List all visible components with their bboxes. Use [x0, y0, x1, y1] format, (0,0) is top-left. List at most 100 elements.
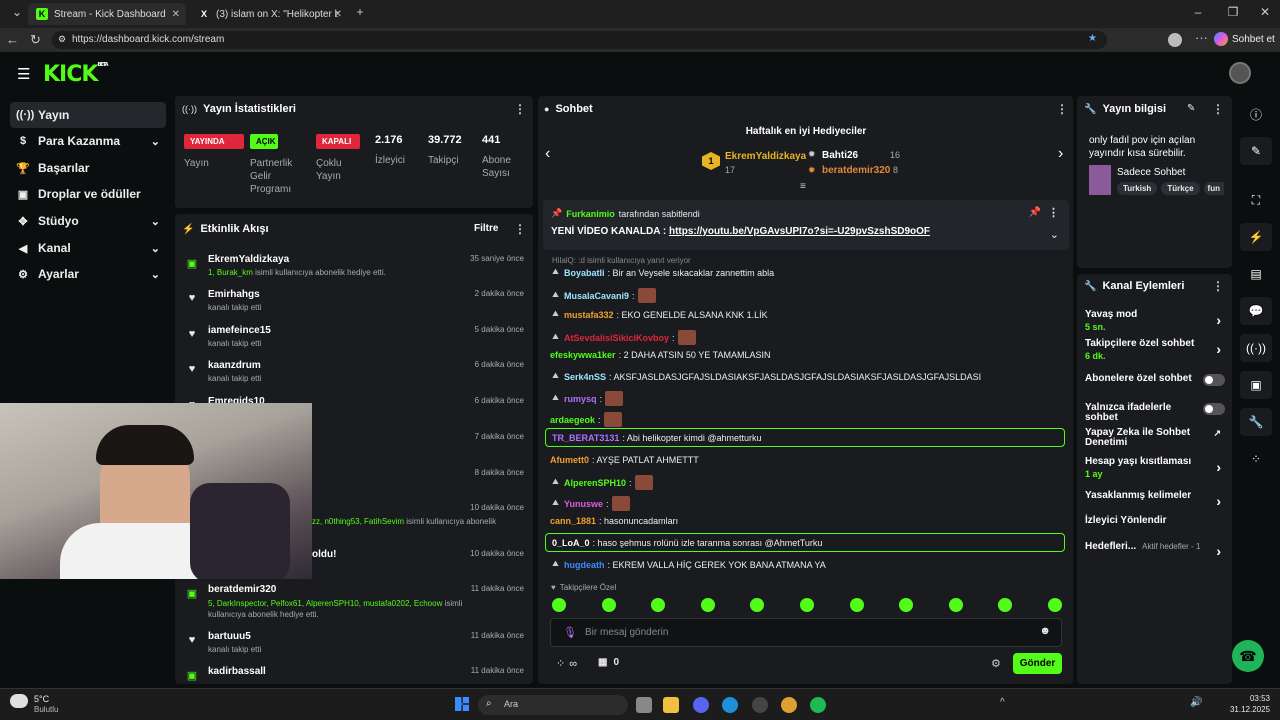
user-avatar[interactable]: [1229, 62, 1251, 84]
pinned-menu-icon[interactable]: ⋮: [1048, 206, 1059, 219]
support-headset-icon[interactable]: ☎: [1232, 640, 1264, 672]
emote-quick-icon[interactable]: [601, 598, 616, 612]
chat-username[interactable]: TR_BERAT3131: [552, 433, 619, 443]
apps-icon[interactable]: ⁘: [1240, 445, 1272, 473]
chat-username[interactable]: MusalaCavani9: [564, 291, 629, 301]
chat-icon[interactable]: 💬: [1240, 297, 1272, 325]
info-icon[interactable]: ⓘ: [1240, 100, 1272, 128]
chat-username[interactable]: rumysq: [564, 394, 597, 404]
chevron-down-icon[interactable]: ⌄: [1050, 228, 1059, 241]
minimize-icon[interactable]: –: [1183, 5, 1213, 19]
task-view-icon[interactable]: [636, 697, 652, 713]
chevron-left-icon[interactable]: ‹: [545, 145, 550, 163]
new-tab-icon[interactable]: +: [345, 5, 375, 19]
channel-action-item[interactable]: Yasaklanmış kelimeler ›: [1085, 491, 1225, 510]
expand-gifters-icon[interactable]: ≡: [800, 181, 806, 192]
stream-info-menu-icon[interactable]: ⋮: [1212, 102, 1224, 116]
pinned-by-user[interactable]: Furkanimio: [566, 209, 615, 219]
unpin-icon[interactable]: 📌: [1029, 207, 1041, 218]
toggle-switch[interactable]: [1203, 403, 1225, 415]
chat-username[interactable]: 0_LoA_0: [552, 538, 590, 548]
channel-action-item[interactable]: Takipçilere özel sohbet 6 dk. ›: [1085, 339, 1225, 362]
chat-username[interactable]: hugdeath: [564, 560, 605, 570]
close-tab-icon[interactable]: ✕: [172, 9, 180, 20]
chat-username[interactable]: Yunuswe: [564, 499, 603, 509]
broadcast-icon[interactable]: ((·)): [1240, 334, 1272, 362]
weather-temp[interactable]: 5°C: [34, 694, 49, 704]
emote-quick-icon[interactable]: [651, 598, 666, 612]
channel-action-item[interactable]: Yavaş mod 5 sn. ›: [1085, 310, 1225, 333]
emote-quick-icon[interactable]: [1047, 598, 1062, 612]
emote-quick-icon[interactable]: [849, 598, 864, 612]
gifter-name[interactable]: beratdemir320: [822, 165, 890, 176]
site-info-icon[interactable]: ⚙: [58, 34, 66, 45]
copilot-button[interactable]: Sohbet et: [1214, 32, 1275, 46]
channel-action-item[interactable]: Abonelere özel sohbet: [1085, 374, 1225, 386]
shop-indicator[interactable]: ▦ 0: [598, 657, 619, 668]
profile-avatar[interactable]: [1168, 33, 1182, 47]
microphone-icon[interactable]: 🎙: [563, 626, 577, 639]
activity-menu-icon[interactable]: ⋮: [514, 222, 526, 236]
channel-actions-menu-icon[interactable]: ⋮: [1212, 279, 1224, 293]
tag-chip[interactable]: fun: [1203, 182, 1224, 195]
clock-date[interactable]: 31.12.2025: [1220, 705, 1270, 714]
chat-username[interactable]: Afumett0: [550, 455, 589, 465]
sidebar-item-studyo[interactable]: ✥ Stüdyo ⌄: [10, 208, 166, 234]
url-field[interactable]: ⚙ https://dashboard.kick.com/stream ★: [52, 31, 1107, 49]
filter-button[interactable]: Filtre: [474, 223, 498, 234]
category-thumbnail[interactable]: [1089, 165, 1111, 195]
expand-icon[interactable]: ⛶: [1240, 186, 1272, 214]
emoji-icon[interactable]: ☻: [1039, 625, 1051, 637]
discord-icon[interactable]: [693, 697, 709, 713]
windows-start-icon[interactable]: [455, 697, 469, 711]
chat-username[interactable]: AlperenSPH10: [564, 478, 626, 488]
tray-chevron-icon[interactable]: ^: [1000, 697, 1005, 708]
sidebar-item-droplar[interactable]: ▣ Droplar ve ödüller: [10, 181, 166, 207]
emote-quick-icon[interactable]: [700, 598, 715, 612]
chat-menu-icon[interactable]: ⋮: [1056, 102, 1068, 116]
gifter-name[interactable]: EkremYaldizkaya: [725, 151, 806, 162]
send-button[interactable]: Gönder: [1013, 653, 1062, 674]
close-window-icon[interactable]: ✕: [1250, 5, 1280, 19]
channel-action-item[interactable]: Yapay Zeka ile Sohbet Denetimi ↗: [1085, 428, 1225, 448]
channel-action-item[interactable]: Hesap yaşı kısıtlaması 1 ay ›: [1085, 457, 1225, 480]
layout-icon[interactable]: ▣: [1240, 371, 1272, 399]
app-icon[interactable]: [752, 697, 768, 713]
emote-quick-icon[interactable]: [948, 598, 963, 612]
emote-quick-icon[interactable]: [552, 598, 566, 612]
refresh-icon[interactable]: ↻: [30, 32, 41, 48]
pinned-link[interactable]: https://youtu.be/VpGAvsUPI7o?si=-U29pvSz…: [669, 226, 930, 237]
chat-username[interactable]: AtSevdalisiSikiciKovboy: [564, 333, 669, 343]
chrome-icon[interactable]: [781, 697, 797, 713]
file-explorer-icon[interactable]: [663, 697, 679, 713]
close-tab-icon[interactable]: ✕: [334, 9, 342, 20]
document-icon[interactable]: ▤: [1240, 260, 1272, 288]
chat-input[interactable]: 🎙 Bir mesaj gönderin ☻: [550, 618, 1062, 647]
wrench-icon[interactable]: 🔧: [1240, 408, 1272, 436]
maximize-icon[interactable]: ❐: [1218, 5, 1248, 19]
clock-time[interactable]: 03:53: [1228, 694, 1270, 703]
pencil-icon[interactable]: ✎: [1240, 137, 1272, 165]
emote-quick-icon[interactable]: [998, 598, 1013, 612]
tag-chip[interactable]: Turkish: [1117, 182, 1158, 195]
chat-username[interactable]: mustafa332: [564, 310, 614, 320]
points-indicator[interactable]: ⁘ ∞: [556, 657, 577, 671]
hamburger-menu-icon[interactable]: ☰: [17, 65, 30, 83]
stats-menu-icon[interactable]: ⋮: [514, 102, 526, 116]
chat-username[interactable]: ardaegeok: [550, 415, 595, 425]
browser-tab-x[interactable]: X (3) islam on X: "Helikopter bizi tara …: [190, 3, 348, 25]
lightning-icon[interactable]: ⚡: [1240, 223, 1272, 251]
sidebar-item-ayarlar[interactable]: ⚙ Ayarlar ⌄: [10, 261, 166, 287]
chevron-right-icon[interactable]: ›: [1058, 145, 1063, 163]
chat-username[interactable]: cann_1881: [550, 516, 596, 526]
browser-tab-kick[interactable]: K Stream - Kick Dashboard ✕: [28, 3, 186, 25]
chat-username[interactable]: Boyabatli: [564, 268, 605, 278]
edge-icon[interactable]: [722, 697, 738, 713]
sidebar-item-basarilar[interactable]: 🏆 Başarılar: [10, 155, 166, 181]
spotify-icon[interactable]: [810, 697, 826, 713]
emote-quick-icon[interactable]: [750, 598, 765, 612]
emote-quick-icon[interactable]: [899, 598, 914, 612]
favorite-star-icon[interactable]: ★: [1088, 33, 1097, 44]
channel-action-item[interactable]: Hedefleri... Aktif hedefler - 1 ›: [1085, 541, 1225, 560]
menu-dots-icon[interactable]: ···: [1195, 30, 1208, 45]
